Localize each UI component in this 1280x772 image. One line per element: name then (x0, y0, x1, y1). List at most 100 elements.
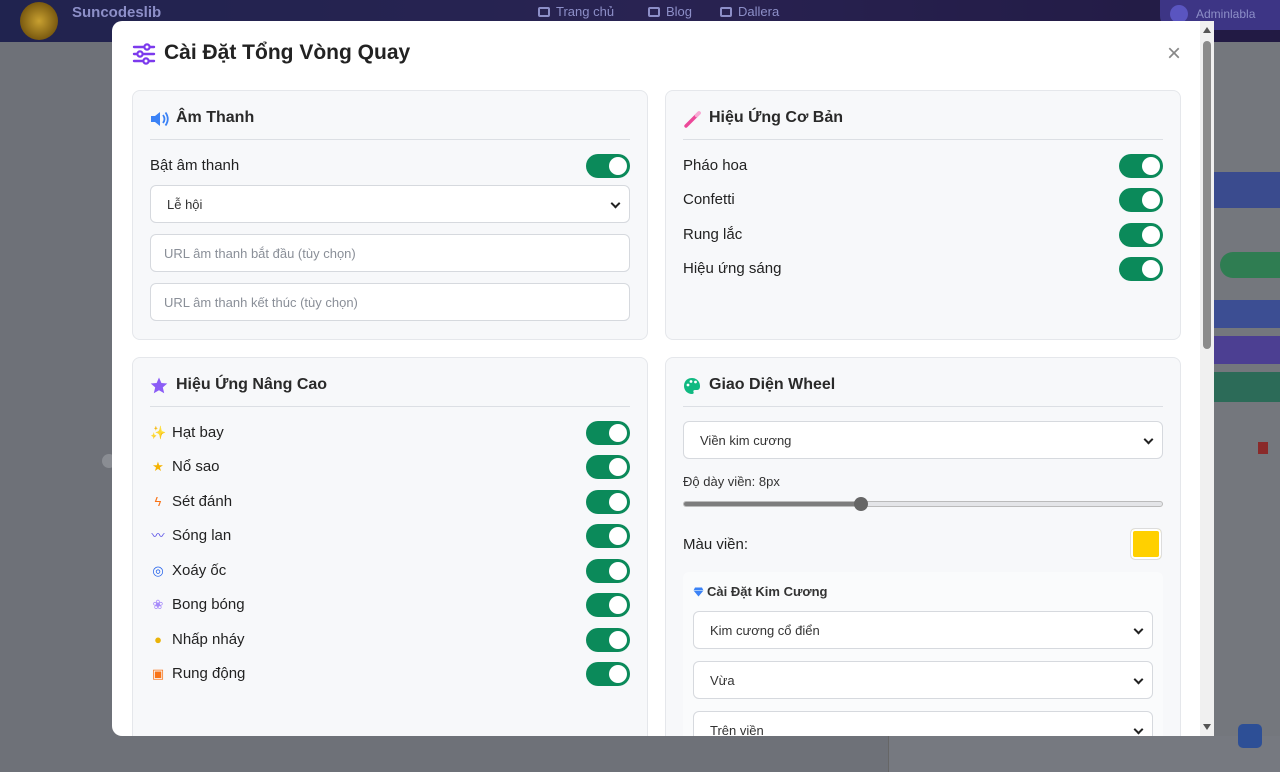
advanced-row-starburst: ★ Nổ sao (150, 455, 630, 479)
spiral-toggle[interactable] (586, 559, 630, 583)
wave-icon: 〰 (151, 528, 165, 543)
settings-modal: Cài Đặt Tổng Vòng Quay × Âm Thanh Bật âm… (112, 21, 1214, 736)
effect-label: Sét đánh (172, 493, 233, 510)
chevron-down-icon (1143, 434, 1154, 445)
sound-theme-select[interactable]: Lễ hội (150, 185, 630, 223)
background-panel (888, 736, 1280, 772)
card-title: Âm Thanh (176, 109, 255, 126)
advanced-row-spiral: ◎ Xoáy ốc (150, 559, 630, 583)
fireworks-toggle[interactable] (1119, 154, 1163, 178)
background-delete-icon (1258, 442, 1268, 454)
diamond-settings-title: Cài Đặt Kim Cương (693, 584, 828, 599)
effect-label: Pháo hoa (683, 157, 748, 174)
background-chip (1214, 336, 1280, 364)
sliders-icon (132, 43, 156, 65)
blog-icon (648, 7, 660, 17)
card-header: Hiệu Ứng Cơ Bản (683, 91, 1163, 140)
vibration-icon: ▣ (151, 666, 165, 681)
sound-card: Âm Thanh Bật âm thanh Lễ hội URL âm than… (132, 90, 648, 340)
bulb-icon: ● (154, 632, 162, 647)
nav-blog: Blog (648, 4, 692, 19)
border-color-picker[interactable] (1130, 528, 1162, 560)
advanced-row-lightning: ϟ Sét đánh (150, 490, 630, 514)
modal-title: Cài Đặt Tổng Vòng Quay (164, 41, 411, 64)
card-title: Hiệu Ứng Nâng Cao (176, 376, 328, 393)
bubbles-icon: ❀ (152, 597, 164, 612)
effect-label: Hạt bay (172, 424, 224, 441)
wheel-theme-card: Giao Diện Wheel Viền kim cương Độ dày vi… (665, 357, 1181, 736)
modal-scrollbar[interactable] (1200, 21, 1214, 736)
card-header: Giao Diện Wheel (683, 358, 1163, 407)
diamond-size-select[interactable]: Vừa (693, 661, 1153, 699)
sound-toggle-label: Bật âm thanh (150, 157, 240, 174)
border-color-label: Màu viền: (683, 536, 749, 553)
card-header: Âm Thanh (150, 91, 630, 140)
effect-label: Sóng lan (172, 527, 232, 544)
advanced-row-wave: 〰 Sóng lan (150, 524, 630, 548)
starburst-toggle[interactable] (586, 455, 630, 479)
site-logo (20, 2, 58, 40)
effect-row-glow: Hiệu ứng sáng (683, 257, 1163, 281)
bubbles-toggle[interactable] (586, 593, 630, 617)
confetti-toggle[interactable] (1119, 188, 1163, 212)
star-icon (150, 377, 168, 394)
wave-toggle[interactable] (586, 524, 630, 548)
border-style-value: Viền kim cương (700, 433, 792, 448)
end-sound-url-placeholder: URL âm thanh kết thúc (tùy chọn) (164, 295, 358, 310)
effect-label: Bong bóng (172, 596, 245, 613)
glow-toggle[interactable] (1119, 257, 1163, 281)
slider-thumb[interactable] (853, 497, 868, 511)
background-chip (1214, 300, 1280, 328)
advanced-row-particles: ✨ Hạt bay (150, 421, 630, 445)
lightning-toggle[interactable] (586, 490, 630, 514)
advanced-row-vibration: ▣ Rung động (150, 662, 630, 686)
star-icon: ★ (152, 459, 164, 474)
effect-label: Xoáy ốc (172, 562, 227, 579)
spiral-icon: ◎ (152, 563, 164, 578)
effect-label: Confetti (683, 191, 735, 208)
palette-icon (684, 378, 700, 394)
advanced-effects-card: Hiệu Ứng Nâng Cao ✨ Hạt bay ★ Nổ sao ϟ S… (132, 357, 648, 736)
advanced-row-blink: ● Nhấp nháy (150, 628, 630, 652)
thickness-label: Độ dày viền: 8px (683, 474, 780, 489)
blink-toggle[interactable] (586, 628, 630, 652)
close-button[interactable]: × (1163, 42, 1185, 66)
help-button (1238, 724, 1262, 748)
border-style-select[interactable]: Viền kim cương (683, 421, 1163, 459)
thickness-slider[interactable] (683, 497, 1163, 511)
magic-wand-icon (684, 111, 701, 128)
background-sidebar (1214, 42, 1280, 772)
sound-toggle[interactable] (586, 154, 630, 178)
effect-label: Nổ sao (172, 458, 220, 475)
sparkles-icon: ✨ (150, 425, 167, 440)
vibration-toggle[interactable] (586, 662, 630, 686)
speaker-icon (151, 111, 169, 127)
diamond-size-value: Vừa (710, 673, 735, 688)
slider-fill (684, 502, 861, 506)
effect-row-shake: Rung lắc (683, 223, 1163, 247)
background-add-button (1220, 252, 1280, 278)
card-title: Hiệu Ứng Cơ Bản (709, 109, 843, 126)
effect-label: Nhấp nháy (172, 631, 245, 648)
scroll-thumb[interactable] (1203, 41, 1211, 349)
lightning-icon: ϟ (154, 494, 162, 509)
diamond-position-select[interactable]: Trên viền (693, 711, 1153, 736)
diamond-style-select[interactable]: Kim cương cổ điển (693, 611, 1153, 649)
particles-toggle[interactable] (586, 421, 630, 445)
basic-effects-card: Hiệu Ứng Cơ Bản Pháo hoa Confetti Rung l… (665, 90, 1181, 340)
scroll-up-icon[interactable] (1203, 27, 1211, 33)
chevron-down-icon (610, 198, 621, 209)
background-chip (1214, 372, 1280, 402)
sound-theme-value: Lễ hội (167, 197, 203, 212)
shake-toggle[interactable] (1119, 223, 1163, 247)
scroll-down-icon[interactable] (1203, 724, 1211, 730)
effect-row-confetti: Confetti (683, 188, 1163, 212)
effect-label: Rung động (172, 665, 246, 682)
diamond-style-value: Kim cương cổ điển (710, 623, 820, 638)
gallery-icon (720, 7, 732, 17)
start-sound-url-input[interactable]: URL âm thanh bắt đầu (tùy chọn) (150, 234, 630, 272)
end-sound-url-input[interactable]: URL âm thanh kết thúc (tùy chọn) (150, 283, 630, 321)
diamond-title-text: Cài Đặt Kim Cương (707, 584, 828, 599)
chevron-down-icon (1133, 674, 1144, 685)
effect-label: Rung lắc (683, 226, 743, 243)
